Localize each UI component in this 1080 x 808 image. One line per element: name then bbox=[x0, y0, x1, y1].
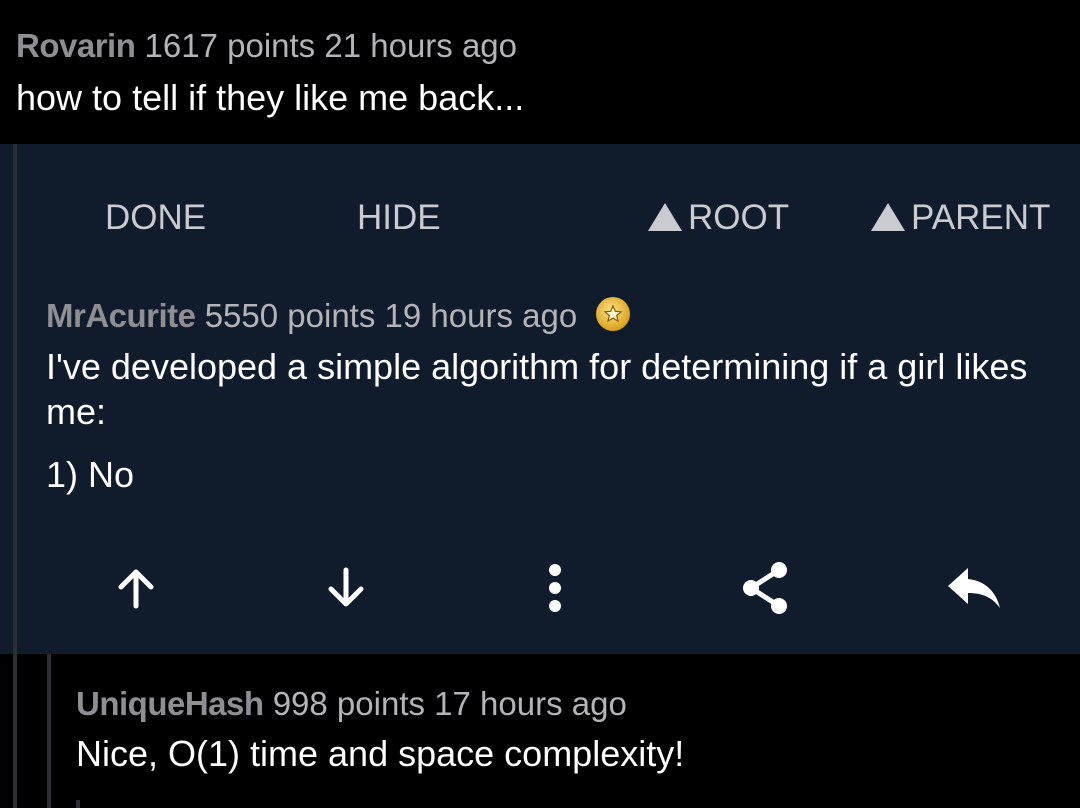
parent-button[interactable]: PARENT bbox=[871, 198, 1050, 238]
comment-time: 17 hours ago bbox=[434, 685, 627, 722]
nested-depth-line bbox=[76, 800, 80, 808]
comment-meta: Rovarin 1617 points 21 hours ago bbox=[16, 26, 517, 66]
comment-meta: MrAcurite 5550 points 19 hours ago bbox=[46, 296, 631, 336]
comment-points: 1617 points bbox=[144, 27, 316, 64]
child-depth-line bbox=[47, 654, 51, 808]
comment-body: I've developed a simple algorithm for de… bbox=[46, 346, 1028, 432]
comment-time: 19 hours ago bbox=[384, 297, 578, 334]
comment-author[interactable]: UniqueHash bbox=[76, 685, 264, 722]
parent-comment[interactable]: Rovarin 1617 points 21 hours ago how to … bbox=[0, 0, 1080, 144]
root-label: ROOT bbox=[688, 198, 790, 237]
more-options-icon[interactable] bbox=[515, 548, 595, 628]
share-icon[interactable] bbox=[725, 548, 805, 628]
reply-icon[interactable] bbox=[934, 548, 1014, 628]
parent-label: PARENT bbox=[911, 198, 1051, 237]
comment-body: how to tell if they like me back... bbox=[16, 77, 525, 118]
comment-time: 21 hours ago bbox=[324, 27, 518, 64]
comment-icon-row bbox=[0, 548, 1080, 628]
downvote-icon[interactable] bbox=[306, 548, 386, 628]
comment-points: 998 points bbox=[272, 685, 425, 722]
comment-action-bar: DONE HIDE ROOT PARENT bbox=[0, 144, 1080, 294]
up-triangle-icon bbox=[871, 203, 905, 231]
up-triangle-icon bbox=[648, 203, 682, 231]
comment-points: 5550 points bbox=[204, 297, 376, 334]
thread-depth-line bbox=[13, 144, 17, 808]
gold-award-icon bbox=[596, 297, 631, 331]
comment-list-item: 1) No bbox=[46, 454, 135, 495]
done-button[interactable]: DONE bbox=[105, 198, 206, 238]
upvote-icon[interactable] bbox=[96, 548, 176, 628]
comment-author[interactable]: Rovarin bbox=[16, 27, 136, 64]
comment-author[interactable]: MrAcurite bbox=[46, 297, 196, 334]
root-button[interactable]: ROOT bbox=[648, 198, 789, 238]
hide-button[interactable]: HIDE bbox=[357, 198, 441, 238]
selected-comment[interactable]: DONE HIDE ROOT PARENT MrAcurite 5550 poi… bbox=[0, 144, 1080, 654]
comment-meta: UniqueHash 998 points 17 hours ago bbox=[76, 684, 627, 724]
comment-body: Nice, O(1) time and space complexity! bbox=[76, 733, 685, 774]
